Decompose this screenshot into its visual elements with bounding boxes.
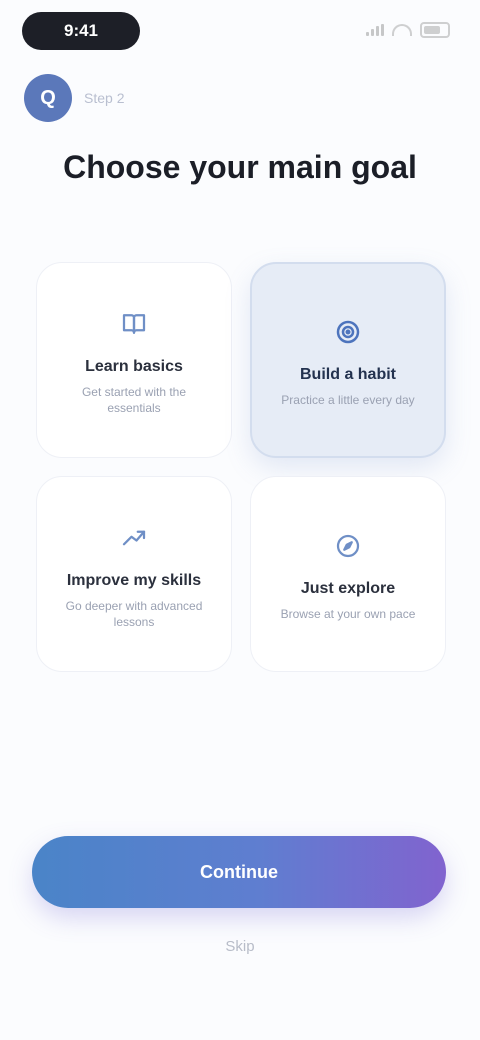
goal-option-title: Just explore bbox=[300, 580, 396, 597]
goal-option-improve[interactable]: Improve my skills Go deeper with advance… bbox=[36, 476, 232, 672]
goal-option-desc: Browse at your own pace bbox=[280, 607, 416, 621]
status-bar: 9:41 bbox=[0, 0, 480, 64]
continue-button[interactable]: Continue bbox=[32, 836, 446, 908]
wifi-icon bbox=[392, 24, 412, 36]
goal-option-title: Learn basics bbox=[85, 358, 183, 375]
signal-icon bbox=[366, 24, 384, 36]
skip-link[interactable]: Skip bbox=[180, 938, 300, 955]
goal-option-learn[interactable]: Learn basics Get started with the essent… bbox=[36, 262, 232, 458]
page-title: Choose your main goal bbox=[63, 149, 417, 185]
avatar[interactable]: Q bbox=[24, 74, 72, 122]
goal-option-desc: Practice a little every day bbox=[281, 393, 415, 407]
goal-option-desc: Go deeper with advanced lessons bbox=[65, 599, 203, 629]
goal-option-title: Build a habit bbox=[300, 366, 396, 383]
status-icons bbox=[366, 22, 450, 38]
header: Q Step 2 bbox=[24, 74, 124, 122]
trend-icon bbox=[114, 518, 154, 558]
compass-icon bbox=[328, 526, 368, 566]
status-time: 9:41 bbox=[22, 12, 140, 50]
goal-option-explore[interactable]: Just explore Browse at your own pace bbox=[250, 476, 446, 672]
target-icon bbox=[328, 312, 368, 352]
goal-option-title: Improve my skills bbox=[66, 572, 202, 589]
goal-option-desc: Get started with the essentials bbox=[81, 385, 187, 415]
goal-options-grid: Learn basics Get started with the essent… bbox=[36, 262, 448, 676]
header-label: Step 2 bbox=[84, 90, 125, 106]
book-icon bbox=[114, 304, 154, 344]
goal-option-habit[interactable]: Build a habit Practice a little every da… bbox=[250, 262, 446, 458]
battery-icon bbox=[420, 22, 450, 38]
